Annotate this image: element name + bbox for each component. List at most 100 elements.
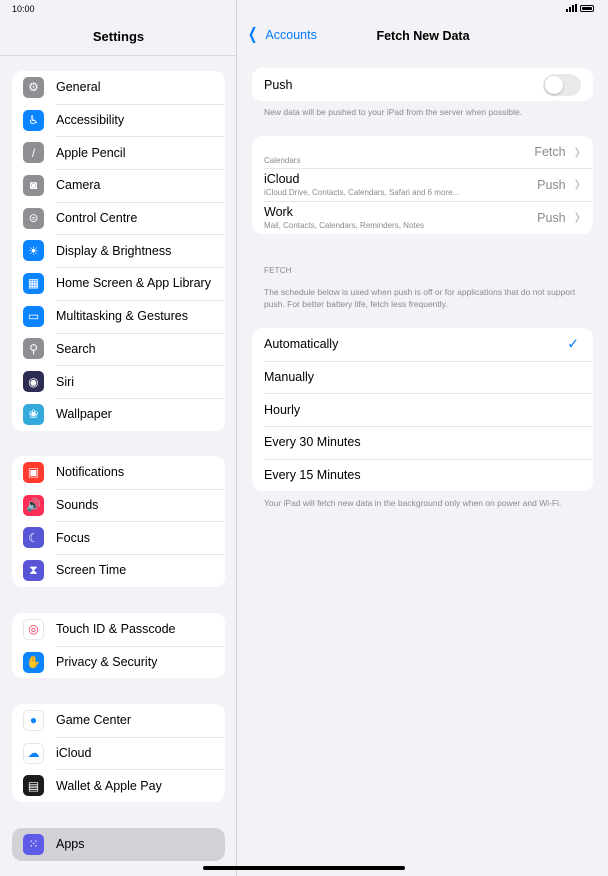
account-detail: iCloud Drive, Contacts, Calendars, Safar… xyxy=(264,188,460,197)
status-time: 10:00 xyxy=(12,4,35,14)
gear-icon: ⚙ xyxy=(23,76,44,98)
sidebar-item-notifications[interactable]: ▣ Notifications xyxy=(12,456,225,489)
sidebar-title: Settings xyxy=(92,29,145,44)
account-row[interactable]: Calendars Fetch ❯ xyxy=(252,136,593,168)
fetch-header: FETCH xyxy=(264,266,292,275)
sidebar-group: ◎ Touch ID & Passcode ✋ Privacy & Security xyxy=(12,613,225,679)
chevron-right-icon: ❯ xyxy=(573,146,581,158)
sidebar-item-label: Control Centre xyxy=(56,211,138,226)
sidebar-item-label: Camera xyxy=(56,178,101,193)
sidebar-item-label: Multitasking & Gestures xyxy=(56,309,188,324)
sidebar-divider xyxy=(0,55,237,56)
sidebar-item-label: Search xyxy=(56,341,96,356)
camera-icon: ◙ xyxy=(23,174,44,196)
siri-icon: ◉ xyxy=(23,371,44,393)
account-value: Push ❯ xyxy=(537,211,581,225)
sidebar-item-accessibility[interactable]: ♿ Accessibility xyxy=(12,103,225,137)
settings-sidebar: Settings ⚙ General ♿ Accessibility / Apple Pe… xyxy=(0,0,237,876)
account-fetch-mode: Push xyxy=(537,210,566,225)
nav-bar: ❮ Accounts Fetch New Data xyxy=(238,27,608,46)
fetch-option-every-30-minutes[interactable]: Every 30 Minutes xyxy=(252,426,593,459)
sidebar-item-control-centre[interactable]: ⊜ Control Centre xyxy=(12,201,225,235)
account-text: iCloud iCloud Drive, Contacts, Calendars,… xyxy=(264,172,459,197)
sidebar-group: ⁙ Apps xyxy=(12,828,225,861)
fetch-option-label: Every 15 Minutes xyxy=(264,468,361,483)
sidebar-item-focus[interactable]: ☾ Focus xyxy=(12,521,225,554)
game-center-icon: ● xyxy=(23,709,44,731)
multitasking-icon: ▭ xyxy=(23,305,44,327)
status-icons xyxy=(566,4,594,12)
sidebar-item-privacy-security[interactable]: ✋ Privacy & Security xyxy=(12,645,225,679)
status-bar: 10:00 xyxy=(0,0,608,18)
account-row[interactable]: iCloud iCloud Drive, Contacts, Calendars,… xyxy=(252,168,593,201)
sidebar-item-touch-id-passcode[interactable]: ◎ Touch ID & Passcode xyxy=(12,613,225,646)
sidebar-item-sounds[interactable]: 🔊 Sounds xyxy=(12,488,225,522)
sidebar-group: ● Game Center ☁ iCloud ▤ Wallet & Apple Pay xyxy=(12,704,225,803)
bottom-note: Your iPad will fetch new data in the bac… xyxy=(264,498,562,508)
sidebar-item-home-screen-app-library[interactable]: ▦ Home Screen & App Library xyxy=(12,267,225,300)
push-label: Push xyxy=(264,77,293,92)
chevron-right-icon: ❯ xyxy=(573,212,581,223)
hand-icon: ✋ xyxy=(23,651,44,673)
fetch-option-label: Manually xyxy=(264,370,315,385)
page-title: Fetch New Data xyxy=(376,29,470,43)
toggles-icon: ⊜ xyxy=(23,207,44,229)
account-fetch-mode: Push xyxy=(537,177,566,192)
sidebar-item-search[interactable]: ⚲ Search xyxy=(12,332,225,366)
sidebar-item-label: General xyxy=(56,80,101,95)
account-value: Push ❯ xyxy=(537,178,581,192)
sidebar-item-apps[interactable]: ⁙ Apps xyxy=(12,828,225,861)
fetch-option-label: Automatically xyxy=(264,337,339,352)
account-text: Work Mail, Contacts, Calendars, Reminders… xyxy=(264,205,424,230)
sidebar-item-label: Wallet & Apple Pay xyxy=(56,778,162,793)
sidebar-item-label: Game Center xyxy=(56,713,132,728)
sidebar-group: ⚙ General ♿ Accessibility / Apple Pencil ◙ Came… xyxy=(12,71,225,431)
sidebar-item-camera[interactable]: ◙ Camera xyxy=(12,169,225,202)
accessibility-icon: ♿ xyxy=(23,109,44,131)
sidebar-item-wallpaper[interactable]: ❀ Wallpaper xyxy=(12,397,225,431)
wallet-icon: ▤ xyxy=(23,775,44,797)
checkmark-icon: ✓ xyxy=(567,335,579,352)
sidebar-item-screen-time[interactable]: ⧗ Screen Time xyxy=(12,554,225,587)
hourglass-icon: ⧗ xyxy=(23,559,44,581)
detail-pane: ❮ Accounts Fetch New Data Push New data … xyxy=(238,0,608,876)
push-note: New data will be pushed to your iPad fro… xyxy=(264,107,522,117)
home-screen-icon: ▦ xyxy=(23,272,44,294)
chevron-right-icon: ❯ xyxy=(573,179,581,190)
sidebar-item-general[interactable]: ⚙ General xyxy=(12,71,225,104)
sidebar-item-display-brightness[interactable]: ☀ Display & Brightness xyxy=(12,234,225,267)
sidebar-item-multitasking-gestures[interactable]: ▭ Multitasking & Gestures xyxy=(12,299,225,333)
sidebar-item-label: Home Screen & App Library xyxy=(56,276,211,291)
cloud-icon: ☁ xyxy=(23,742,44,764)
fetch-option-label: Every 30 Minutes xyxy=(264,435,361,450)
sidebar-item-label: iCloud xyxy=(56,746,92,761)
fetch-option-automatically[interactable]: Automatically ✓ xyxy=(252,328,593,361)
sidebar-item-label: Screen Time xyxy=(56,563,127,578)
fetch-option-every-15-minutes[interactable]: Every 15 Minutes xyxy=(252,458,593,492)
home-indicator xyxy=(203,866,405,870)
sun-icon: ☀ xyxy=(23,240,44,262)
pencil-icon: / xyxy=(23,142,44,164)
sidebar-item-label: Notifications xyxy=(56,465,125,480)
sidebar-group: ▣ Notifications 🔊 Sounds ☾ Focus ⧗ Screen Time xyxy=(12,456,225,587)
sidebar-item-label: Privacy & Security xyxy=(56,655,158,670)
sidebar-item-label: Sounds xyxy=(56,498,99,513)
push-card: Push xyxy=(252,68,593,101)
sidebar-item-game-center[interactable]: ● Game Center xyxy=(12,704,225,737)
notifications-icon: ▣ xyxy=(23,461,44,483)
speaker-icon: 🔊 xyxy=(23,494,44,516)
sidebar-item-icloud[interactable]: ☁ iCloud xyxy=(12,736,225,770)
push-toggle[interactable] xyxy=(543,74,581,96)
fetch-option-hourly[interactable]: Hourly xyxy=(252,393,593,426)
account-name: Work xyxy=(264,205,293,219)
account-text: Calendars xyxy=(264,140,300,165)
signal-icon xyxy=(566,4,577,12)
search-icon: ⚲ xyxy=(23,338,44,360)
fetch-option-manually[interactable]: Manually xyxy=(252,360,593,394)
sidebar-item-label: Display & Brightness xyxy=(56,243,172,258)
moon-icon: ☾ xyxy=(23,527,44,549)
account-row[interactable]: Work Mail, Contacts, Calendars, Reminders… xyxy=(252,201,593,234)
sidebar-item-siri[interactable]: ◉ Siri xyxy=(12,365,225,398)
sidebar-item-wallet-apple-pay[interactable]: ▤ Wallet & Apple Pay xyxy=(12,769,225,802)
sidebar-item-apple-pencil[interactable]: / Apple Pencil xyxy=(12,136,225,169)
